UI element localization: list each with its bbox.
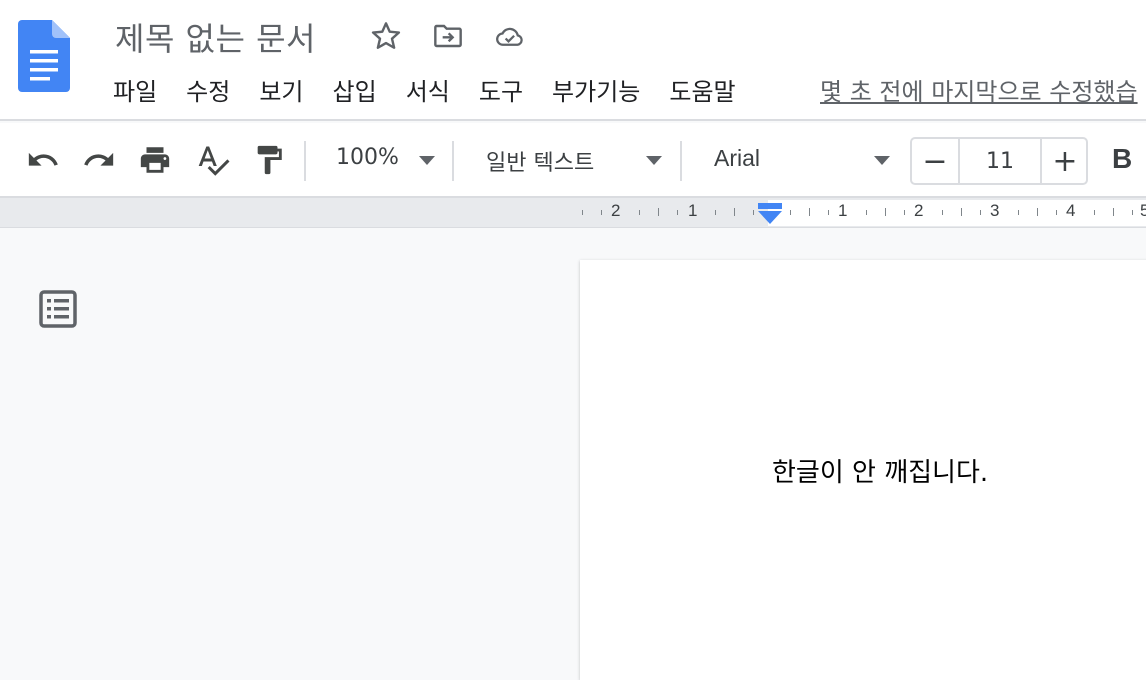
ruler-tick — [790, 210, 791, 215]
ruler-tick — [639, 210, 640, 215]
ruler-tick — [809, 208, 810, 216]
toolbar-divider — [680, 141, 682, 181]
first-line-indent-handle[interactable] — [758, 203, 782, 209]
ruler-number: 1 — [838, 201, 848, 220]
bold-button[interactable]: B — [1112, 143, 1132, 175]
ruler-tick — [980, 210, 981, 215]
ruler-tick — [904, 210, 905, 215]
ruler-tick — [1132, 210, 1133, 215]
document-body-text[interactable]: 한글이 안 깨집니다. — [772, 452, 988, 489]
decrease-font-size-button[interactable]: − — [912, 139, 960, 183]
menu-insert[interactable]: 삽입 — [333, 72, 377, 107]
ruler-number: 3 — [990, 201, 1000, 220]
paragraph-style-select[interactable]: 일반 텍스트 — [486, 145, 594, 177]
document-outline-icon[interactable] — [38, 289, 78, 329]
title-icons — [368, 18, 528, 54]
ruler-tick — [1113, 208, 1114, 216]
star-icon[interactable] — [368, 18, 404, 54]
increase-font-size-button[interactable]: + — [1040, 139, 1088, 183]
ruler-tick — [601, 210, 602, 215]
ruler-content-area — [768, 200, 1146, 226]
ruler-number: 2 — [611, 201, 621, 220]
ruler-number: 4 — [1066, 201, 1076, 220]
menu-edit[interactable]: 수정 — [186, 72, 230, 107]
ruler-tick — [866, 210, 867, 215]
menu-help[interactable]: 도움말 — [669, 72, 735, 107]
left-indent-handle[interactable] — [758, 211, 782, 224]
last-edit-link[interactable]: 몇 초 전에 마지막으로 수정했습 — [820, 72, 1138, 107]
ruler-number: 2 — [914, 201, 924, 220]
menu-view[interactable]: 보기 — [259, 72, 303, 107]
font-dropdown-icon[interactable] — [874, 156, 890, 165]
doc-title[interactable]: 제목 없는 문서 — [115, 14, 316, 60]
ruler-tick — [753, 210, 754, 215]
toolbar: 100% 일반 텍스트 Arial − 11 + B — [0, 123, 1146, 198]
menu-tools[interactable]: 도구 — [479, 72, 523, 107]
document-page[interactable]: 한글이 안 깨집니다. — [580, 260, 1146, 680]
font-size-control: − 11 + — [910, 137, 1088, 185]
toolbar-divider — [304, 141, 306, 181]
redo-icon[interactable] — [80, 141, 118, 179]
ruler-number: 1 — [688, 201, 698, 220]
ruler-tick — [1094, 210, 1095, 215]
print-icon[interactable] — [136, 141, 174, 179]
ruler-tick — [1018, 210, 1019, 215]
ruler-number: 5 — [1140, 201, 1146, 220]
undo-icon[interactable] — [24, 141, 62, 179]
ruler-tick — [658, 208, 659, 216]
ruler: 2 1 1 2 3 4 5 — [0, 198, 1146, 228]
ruler-tick — [582, 210, 583, 215]
ruler-tick — [677, 210, 678, 215]
style-dropdown-icon[interactable] — [646, 156, 662, 165]
font-select[interactable]: Arial — [714, 145, 760, 172]
move-to-folder-icon[interactable] — [430, 18, 466, 54]
ruler-tick — [1056, 210, 1057, 215]
ruler-tick — [715, 210, 716, 215]
toolbar-divider — [452, 141, 454, 181]
menu-addons[interactable]: 부가기능 — [552, 72, 640, 107]
ruler-tick — [885, 208, 886, 216]
header: 제목 없는 문서 파일 수정 보기 삽입 서식 도구 부가기능 도움말 몇 초 … — [0, 0, 1146, 121]
zoom-dropdown-icon[interactable] — [419, 156, 435, 165]
font-size-input[interactable]: 11 — [960, 139, 1040, 183]
menu-bar: 파일 수정 보기 삽입 서식 도구 부가기능 도움말 — [113, 72, 765, 107]
ruler-tick — [1037, 208, 1038, 216]
paint-format-icon[interactable] — [250, 141, 288, 179]
ruler-tick — [734, 208, 735, 216]
ruler-tick — [942, 210, 943, 215]
docs-logo-icon[interactable] — [18, 20, 70, 92]
spellcheck-icon[interactable] — [194, 141, 232, 179]
cloud-saved-icon[interactable] — [492, 18, 528, 54]
menu-format[interactable]: 서식 — [406, 72, 450, 107]
zoom-value[interactable]: 100% — [336, 145, 399, 170]
menu-file[interactable]: 파일 — [113, 72, 157, 107]
ruler-tick — [828, 210, 829, 215]
ruler-tick — [961, 208, 962, 216]
